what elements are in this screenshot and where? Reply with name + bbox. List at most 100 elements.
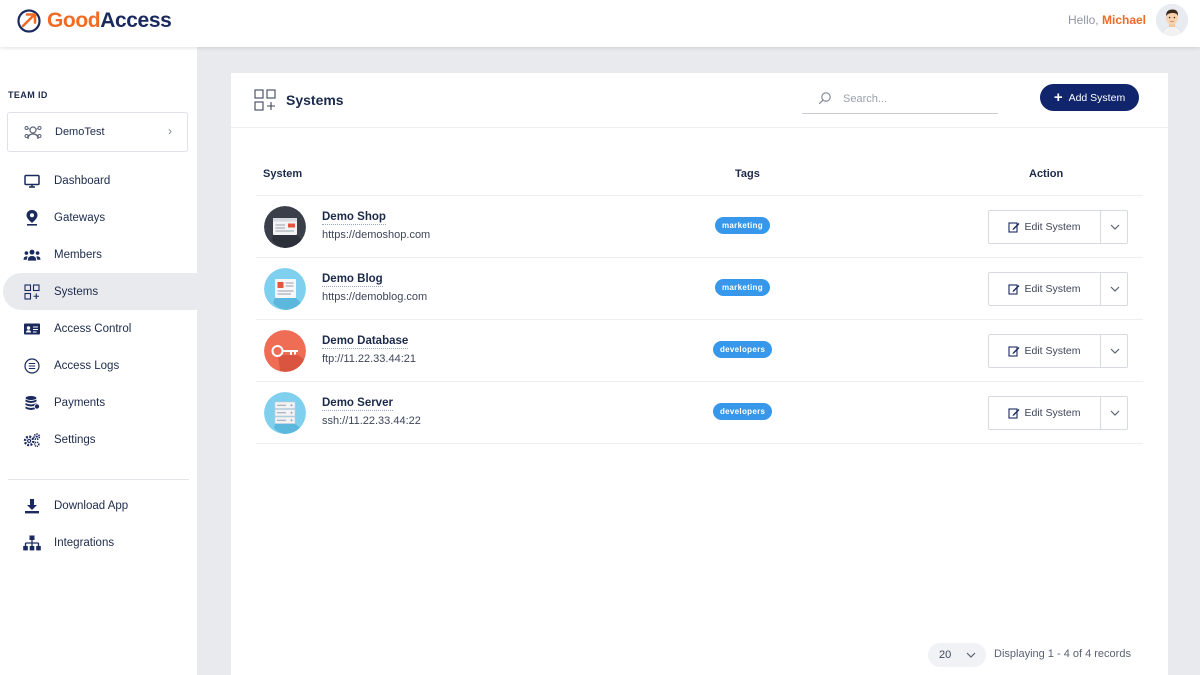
id-card-icon (23, 320, 41, 338)
tag-badge[interactable]: developers (713, 341, 773, 358)
team-name: DemoTest (55, 126, 105, 138)
page-title: Systems (286, 92, 344, 108)
panel-header: Systems + Add System (231, 73, 1168, 128)
team-id-label: TEAM ID (8, 90, 48, 100)
team-selector[interactable]: DemoTest › (7, 112, 188, 152)
sitemap-icon (23, 534, 41, 552)
chevron-down-icon (1110, 286, 1119, 292)
sidebar-item-members[interactable]: Members (0, 236, 197, 273)
tag-badge[interactable]: marketing (715, 279, 770, 296)
chevron-down-icon (1110, 224, 1119, 230)
sidebar-item-label: Members (54, 248, 102, 261)
sidebar-item-gateways[interactable]: Gateways (0, 199, 197, 236)
table-row: Demo Blog https://demoblog.com marketing… (256, 258, 1143, 320)
top-bar: GoodAccess Hello, Michael (0, 0, 1200, 47)
sidebar-item-label: Payments (54, 396, 106, 409)
system-name-link[interactable]: Demo Blog (322, 273, 383, 287)
search-input[interactable] (843, 89, 993, 109)
sidebar-item-access-logs[interactable]: Access Logs (0, 347, 197, 384)
sidebar-item-dashboard[interactable]: Dashboard (0, 162, 197, 199)
sidebar-nav-secondary: Download App Integrations (0, 487, 197, 561)
edit-system-button[interactable]: Edit System (989, 273, 1100, 305)
edit-system-label: Edit System (1024, 283, 1081, 295)
search-box[interactable] (802, 85, 998, 114)
tag-badge[interactable]: marketing (715, 217, 770, 234)
sidebar-item-label: Settings (54, 433, 96, 446)
table-row: Demo Database ftp://11.22.33.44:21 devel… (256, 320, 1143, 382)
grid-plus-icon (254, 89, 276, 111)
download-icon (23, 497, 41, 515)
grid-plus-icon (23, 283, 41, 301)
logo-text-good: Good (47, 9, 101, 32)
edit-dropdown-toggle[interactable] (1101, 335, 1128, 367)
key-icon (264, 330, 306, 372)
team-network-icon (24, 126, 42, 140)
sidebar-item-settings[interactable]: Settings (0, 421, 197, 458)
plus-icon: + (1053, 88, 1063, 106)
sidebar-item-label: Gateways (54, 211, 106, 224)
logo-arrow-icon (17, 9, 41, 33)
column-header-tags: Tags (735, 168, 760, 180)
system-name-link[interactable]: Demo Server (322, 397, 393, 411)
sidebar-item-access-control[interactable]: Access Control (0, 310, 197, 347)
sidebar-item-integrations[interactable]: Integrations (0, 524, 197, 561)
coins-icon (23, 394, 41, 412)
chevron-right-icon: › (168, 124, 172, 138)
edit-system-button[interactable]: Edit System (989, 397, 1100, 429)
sidebar-item-systems[interactable]: Systems (3, 273, 197, 310)
system-name-link[interactable]: Demo Shop (322, 211, 386, 225)
goodaccess-logo[interactable]: GoodAccess (16, 8, 172, 34)
logo-text: GoodAccess (47, 9, 172, 33)
edit-dropdown-toggle[interactable] (1101, 397, 1128, 429)
page-size-value: 20 (939, 649, 952, 661)
add-system-label: Add System (1068, 91, 1126, 104)
edit-system-group: Edit System (988, 396, 1128, 430)
edit-system-label: Edit System (1024, 345, 1081, 357)
sidebar-item-label: Integrations (54, 536, 115, 549)
sidebar: TEAM ID DemoTest › Dashboard Gateways Me… (0, 47, 197, 675)
edit-system-label: Edit System (1024, 221, 1081, 233)
sidebar-item-label: Dashboard (54, 174, 111, 187)
page-size-select[interactable]: 20 (928, 643, 986, 667)
users-icon (23, 246, 41, 264)
user-name[interactable]: Michael (1102, 13, 1146, 27)
blog-page-icon (264, 268, 306, 310)
systems-panel: Systems + Add System System Tags Action … (231, 73, 1168, 675)
search-icon (818, 92, 831, 105)
edit-system-button[interactable]: Edit System (989, 211, 1100, 243)
sidebar-item-label: Access Logs (54, 359, 120, 372)
system-url: https://demoshop.com (322, 229, 431, 241)
edit-icon (1008, 408, 1020, 419)
logo-text-access: Access (100, 9, 172, 32)
user-greeting: Hello, Michael (1068, 13, 1146, 27)
greeting-text: Hello, (1067, 13, 1099, 27)
sidebar-item-label: Download App (54, 499, 129, 512)
sidebar-divider (8, 479, 189, 480)
records-count: Displaying 1 - 4 of 4 records (994, 648, 1131, 660)
edit-dropdown-toggle[interactable] (1101, 211, 1128, 243)
system-name-link[interactable]: Demo Database (322, 335, 409, 349)
edit-icon (1008, 222, 1020, 233)
sidebar-item-label: Access Control (54, 322, 132, 335)
user-avatar-icon (1156, 4, 1188, 36)
add-system-button[interactable]: + Add System (1040, 84, 1139, 111)
system-url: ftp://11.22.33.44:21 (322, 353, 416, 365)
sidebar-item-download-app[interactable]: Download App (0, 487, 197, 524)
edit-dropdown-toggle[interactable] (1101, 273, 1128, 305)
chevron-down-icon (966, 652, 976, 658)
sidebar-nav: Dashboard Gateways Members Systems Acces… (0, 162, 197, 458)
sidebar-item-payments[interactable]: Payments (0, 384, 197, 421)
edit-system-label: Edit System (1024, 407, 1081, 419)
avatar[interactable] (1156, 4, 1188, 36)
table-row: Demo Server ssh://11.22.33.44:22 develop… (256, 382, 1143, 444)
monitor-icon (23, 172, 41, 190)
shop-window-icon (264, 206, 306, 248)
edit-system-group: Edit System (988, 334, 1128, 368)
edit-icon (1008, 284, 1020, 295)
edit-system-group: Edit System (988, 210, 1128, 244)
edit-system-button[interactable]: Edit System (989, 335, 1100, 367)
system-url: https://demoblog.com (322, 291, 428, 303)
edit-system-group: Edit System (988, 272, 1128, 306)
table-row: Demo Shop https://demoshop.com marketing… (256, 196, 1143, 258)
tag-badge[interactable]: developers (713, 403, 773, 420)
